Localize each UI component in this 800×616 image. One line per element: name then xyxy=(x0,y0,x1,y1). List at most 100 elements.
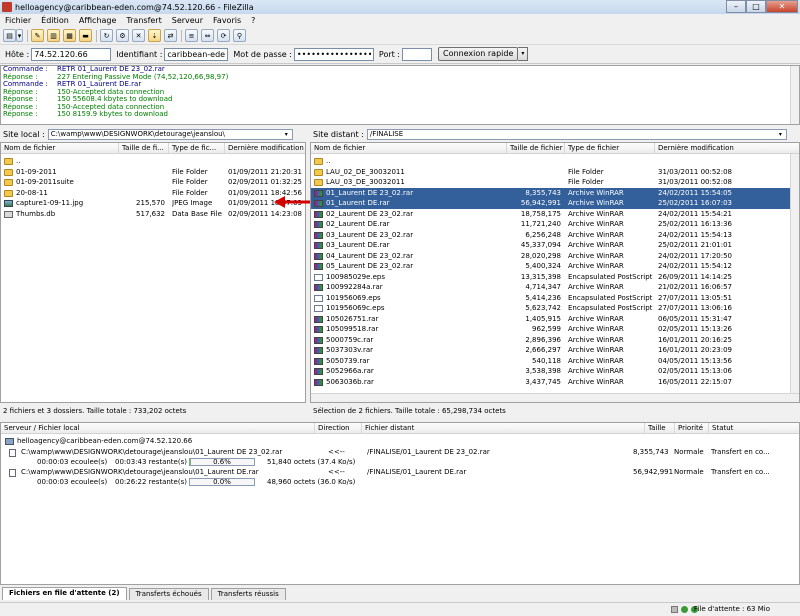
remote-file-name: LAU_03_DE_30032011 xyxy=(326,178,405,186)
queue-col-remote[interactable]: Fichier distant xyxy=(362,423,645,434)
remote-file-row[interactable]: LAU_03_DE_30032011 File Folder 31/03/2011 … xyxy=(311,177,799,188)
queue-col-direction[interactable]: Direction xyxy=(315,423,362,434)
maximize-button[interactable]: □ xyxy=(746,0,766,13)
remote-file-row[interactable]: 03_Laurent DE 23_02.rar 6,256,248 Archive … xyxy=(311,230,799,241)
remote-file-type: File Folder xyxy=(568,167,604,176)
remote-col-name[interactable]: Nom de fichier xyxy=(311,143,507,154)
remote-file-row[interactable]: 101956069.eps 5,414,236 Encapsulated PostS… xyxy=(311,293,799,304)
remote-file-type: File Folder xyxy=(568,178,604,186)
username-input[interactable] xyxy=(164,47,229,61)
local-col-date[interactable]: Dernière modification xyxy=(225,143,305,154)
remote-file-row[interactable]: 5000759c.rar 2,896,396 Archive WinRAR 16/01… xyxy=(311,335,799,346)
queue-col-status[interactable]: Statut xyxy=(709,423,800,434)
remote-file-row[interactable]: 01_Laurent DE 23_02.rar 8,355,743 Archive … xyxy=(311,187,799,198)
remote-col-size[interactable]: Taille de fichier xyxy=(507,143,565,154)
rar-archive-icon xyxy=(314,357,323,365)
site-manager-icon[interactable]: ▤ xyxy=(3,29,16,42)
remote-file-row[interactable]: 100992284a.rar 4,714,347 Archive WinRAR 21/… xyxy=(311,282,799,293)
password-input[interactable] xyxy=(293,47,374,61)
menu-edition[interactable]: Édition xyxy=(36,16,74,25)
remote-file-row[interactable]: 5063036b.rar 3,437,745 Archive WinRAR 16/05… xyxy=(311,377,799,388)
remote-file-row[interactable]: 02_Laurent DE.rar 11,721,240 Archive WinRA… xyxy=(311,219,799,230)
local-file-row[interactable]: capture1-09-11.jpg 215,570 JPEG Image 01/09… xyxy=(1,198,305,209)
menu-fichier[interactable]: Fichier xyxy=(0,16,36,25)
remote-file-row[interactable]: 04_Laurent DE 23_02.rar 28,020,298 Archive… xyxy=(311,251,799,262)
remote-file-row[interactable]: 105099518.rar 962,599 Archive WinRAR 02/05/… xyxy=(311,324,799,335)
rar-archive-icon xyxy=(314,378,323,386)
minimize-button[interactable]: – xyxy=(726,0,746,13)
menu-help[interactable]: ? xyxy=(246,16,260,25)
local-path-input[interactable]: C:\wamp\www\DESIGNWORK\detourage\jeanslo… xyxy=(47,128,293,140)
local-file-row[interactable]: 20-08-11 File Folder 01/09/2011 18:42:56 xyxy=(1,188,305,199)
rar-archive-icon xyxy=(314,242,323,249)
remote-status: Sélection de 2 fichiers. Taille totale :… xyxy=(313,407,506,415)
queue-col-server[interactable]: Serveur / Fichier local xyxy=(1,423,315,434)
remote-file-row[interactable]: 02_Laurent DE 23_02.rar 18,758,175 Archive… xyxy=(311,209,799,220)
queue-progress-bar: 0.0% xyxy=(189,478,255,486)
local-path-dropdown-icon[interactable]: ▾ xyxy=(285,130,288,139)
log-scrollbar[interactable] xyxy=(790,66,799,124)
queue-progress-row: 00:00:03 ecoulee(s) 00:26:22 restante(s) 0… xyxy=(1,478,799,487)
toggle-queue-icon[interactable]: ▬ xyxy=(79,29,92,42)
menu-serveur[interactable]: Serveur xyxy=(167,16,208,25)
process-queue-icon[interactable]: ⚙ xyxy=(116,29,129,42)
remote-file-size: 6,256,248 xyxy=(525,230,561,239)
remote-file-row[interactable]: 03_Laurent DE.rar 45,337,094 Archive WinRA… xyxy=(311,240,799,251)
tab-queued-files[interactable]: Fichiers en file d'attente (2) xyxy=(2,587,127,600)
queue-item-row[interactable]: C:\wamp\www\DESIGNWORK\detourage\jeanslo… xyxy=(1,448,799,457)
quickconnect-button[interactable]: Connexion rapide xyxy=(438,47,519,61)
tab-successful-transfers[interactable]: Transferts réussis xyxy=(210,588,286,600)
remote-file-row[interactable]: 5052966a.rar 3,538,398 Archive WinRAR 02/05… xyxy=(311,366,799,377)
cancel-icon[interactable]: ✕ xyxy=(132,29,145,42)
local-col-name[interactable]: Nom de fichier xyxy=(1,143,119,154)
rar-archive-icon xyxy=(314,326,323,333)
dropdown-icon[interactable]: ▾ xyxy=(16,29,23,42)
queue-server-row[interactable]: helloagency@caribbean-eden.com@74.52.120… xyxy=(1,437,799,446)
toggle-log-icon[interactable]: ✎ xyxy=(31,29,44,42)
refresh-icon[interactable]: ↻ xyxy=(100,29,113,42)
remote-col-date[interactable]: Dernière modification xyxy=(655,143,799,154)
rar-archive-icon xyxy=(314,210,323,218)
remote-file-row[interactable]: 05_Laurent DE 23_02.rar 5,400,324 Archive … xyxy=(311,261,799,272)
toggle-local-tree-icon[interactable]: ▥ xyxy=(47,29,60,42)
local-file-row[interactable]: .. xyxy=(1,156,305,167)
local-col-size[interactable]: Taille de fi... xyxy=(119,143,169,154)
toggle-remote-tree-icon[interactable]: ▦ xyxy=(63,29,76,42)
local-file-name: 01-09-2011suite xyxy=(16,178,74,186)
menu-affichage[interactable]: Affichage xyxy=(74,16,122,25)
port-input[interactable] xyxy=(402,47,433,61)
remote-file-row[interactable]: LAU_02_DE_30032011 File Folder 31/03/2011 … xyxy=(311,167,799,178)
remote-file-row[interactable]: 101956069c.eps 5,623,742 Encapsulated Post… xyxy=(311,303,799,314)
remote-path-dropdown-icon[interactable]: ▾ xyxy=(779,130,782,139)
local-col-type[interactable]: Type de fic... xyxy=(169,143,225,154)
remote-col-type[interactable]: Type de fichier xyxy=(565,143,655,154)
menu-transfert[interactable]: Transfert xyxy=(121,16,166,25)
queue-col-size[interactable]: Taille xyxy=(645,423,675,434)
disconnect-icon[interactable]: ⇣ xyxy=(148,29,161,42)
remote-vertical-scrollbar[interactable] xyxy=(790,154,799,393)
remote-path-input[interactable]: /FINALISE ▾ xyxy=(366,128,787,140)
host-input[interactable] xyxy=(31,47,112,61)
remote-file-row[interactable]: 100985029e.eps 13,315,398 Encapsulated Pos… xyxy=(311,272,799,283)
quickconnect-dropdown-icon[interactable]: ▾ xyxy=(518,47,529,61)
remote-file-row[interactable]: 5050739.rar 540,118 Archive WinRAR 04/05/20… xyxy=(311,356,799,367)
close-button[interactable]: ✕ xyxy=(766,0,798,13)
queue-col-priority[interactable]: Priorité xyxy=(675,423,709,434)
search-icon[interactable]: ⚲ xyxy=(233,29,246,42)
queue-remaining: 00:26:22 restante(s) xyxy=(115,478,187,486)
remote-file-row[interactable]: 105026751.rar 1,405,915 Archive WinRAR 06/0… xyxy=(311,314,799,325)
remote-file-row[interactable]: 5037303v.rar 2,666,297 Archive WinRAR 16/01… xyxy=(311,345,799,356)
directory-listing-filters-icon[interactable]: ≡ xyxy=(185,29,198,42)
reconnect-icon[interactable]: ⇄ xyxy=(164,29,177,42)
menu-favoris[interactable]: Favoris xyxy=(208,16,246,25)
local-file-row[interactable]: Thumbs.db 517,632 Data Base File 02/09/2011… xyxy=(1,209,305,220)
queue-item-row[interactable]: C:\wamp\www\DESIGNWORK\detourage\jeanslo… xyxy=(1,468,799,477)
local-file-row[interactable]: 01-09-2011suite File Folder 02/09/2011 01:… xyxy=(1,177,305,188)
compare-directories-icon[interactable]: ⇔ xyxy=(201,29,214,42)
remote-file-row[interactable]: .. xyxy=(311,156,799,167)
remote-horizontal-scrollbar[interactable] xyxy=(311,393,799,402)
synchronized-browsing-icon[interactable]: ⟳ xyxy=(217,29,230,42)
local-file-row[interactable]: 01-09-2011 File Folder 01/09/2011 21:20:31 xyxy=(1,167,305,178)
tab-failed-transfers[interactable]: Transferts échoués xyxy=(128,588,209,600)
remote-file-row[interactable]: 01_Laurent DE.rar 56,942,991 Archive WinRA… xyxy=(311,198,799,209)
